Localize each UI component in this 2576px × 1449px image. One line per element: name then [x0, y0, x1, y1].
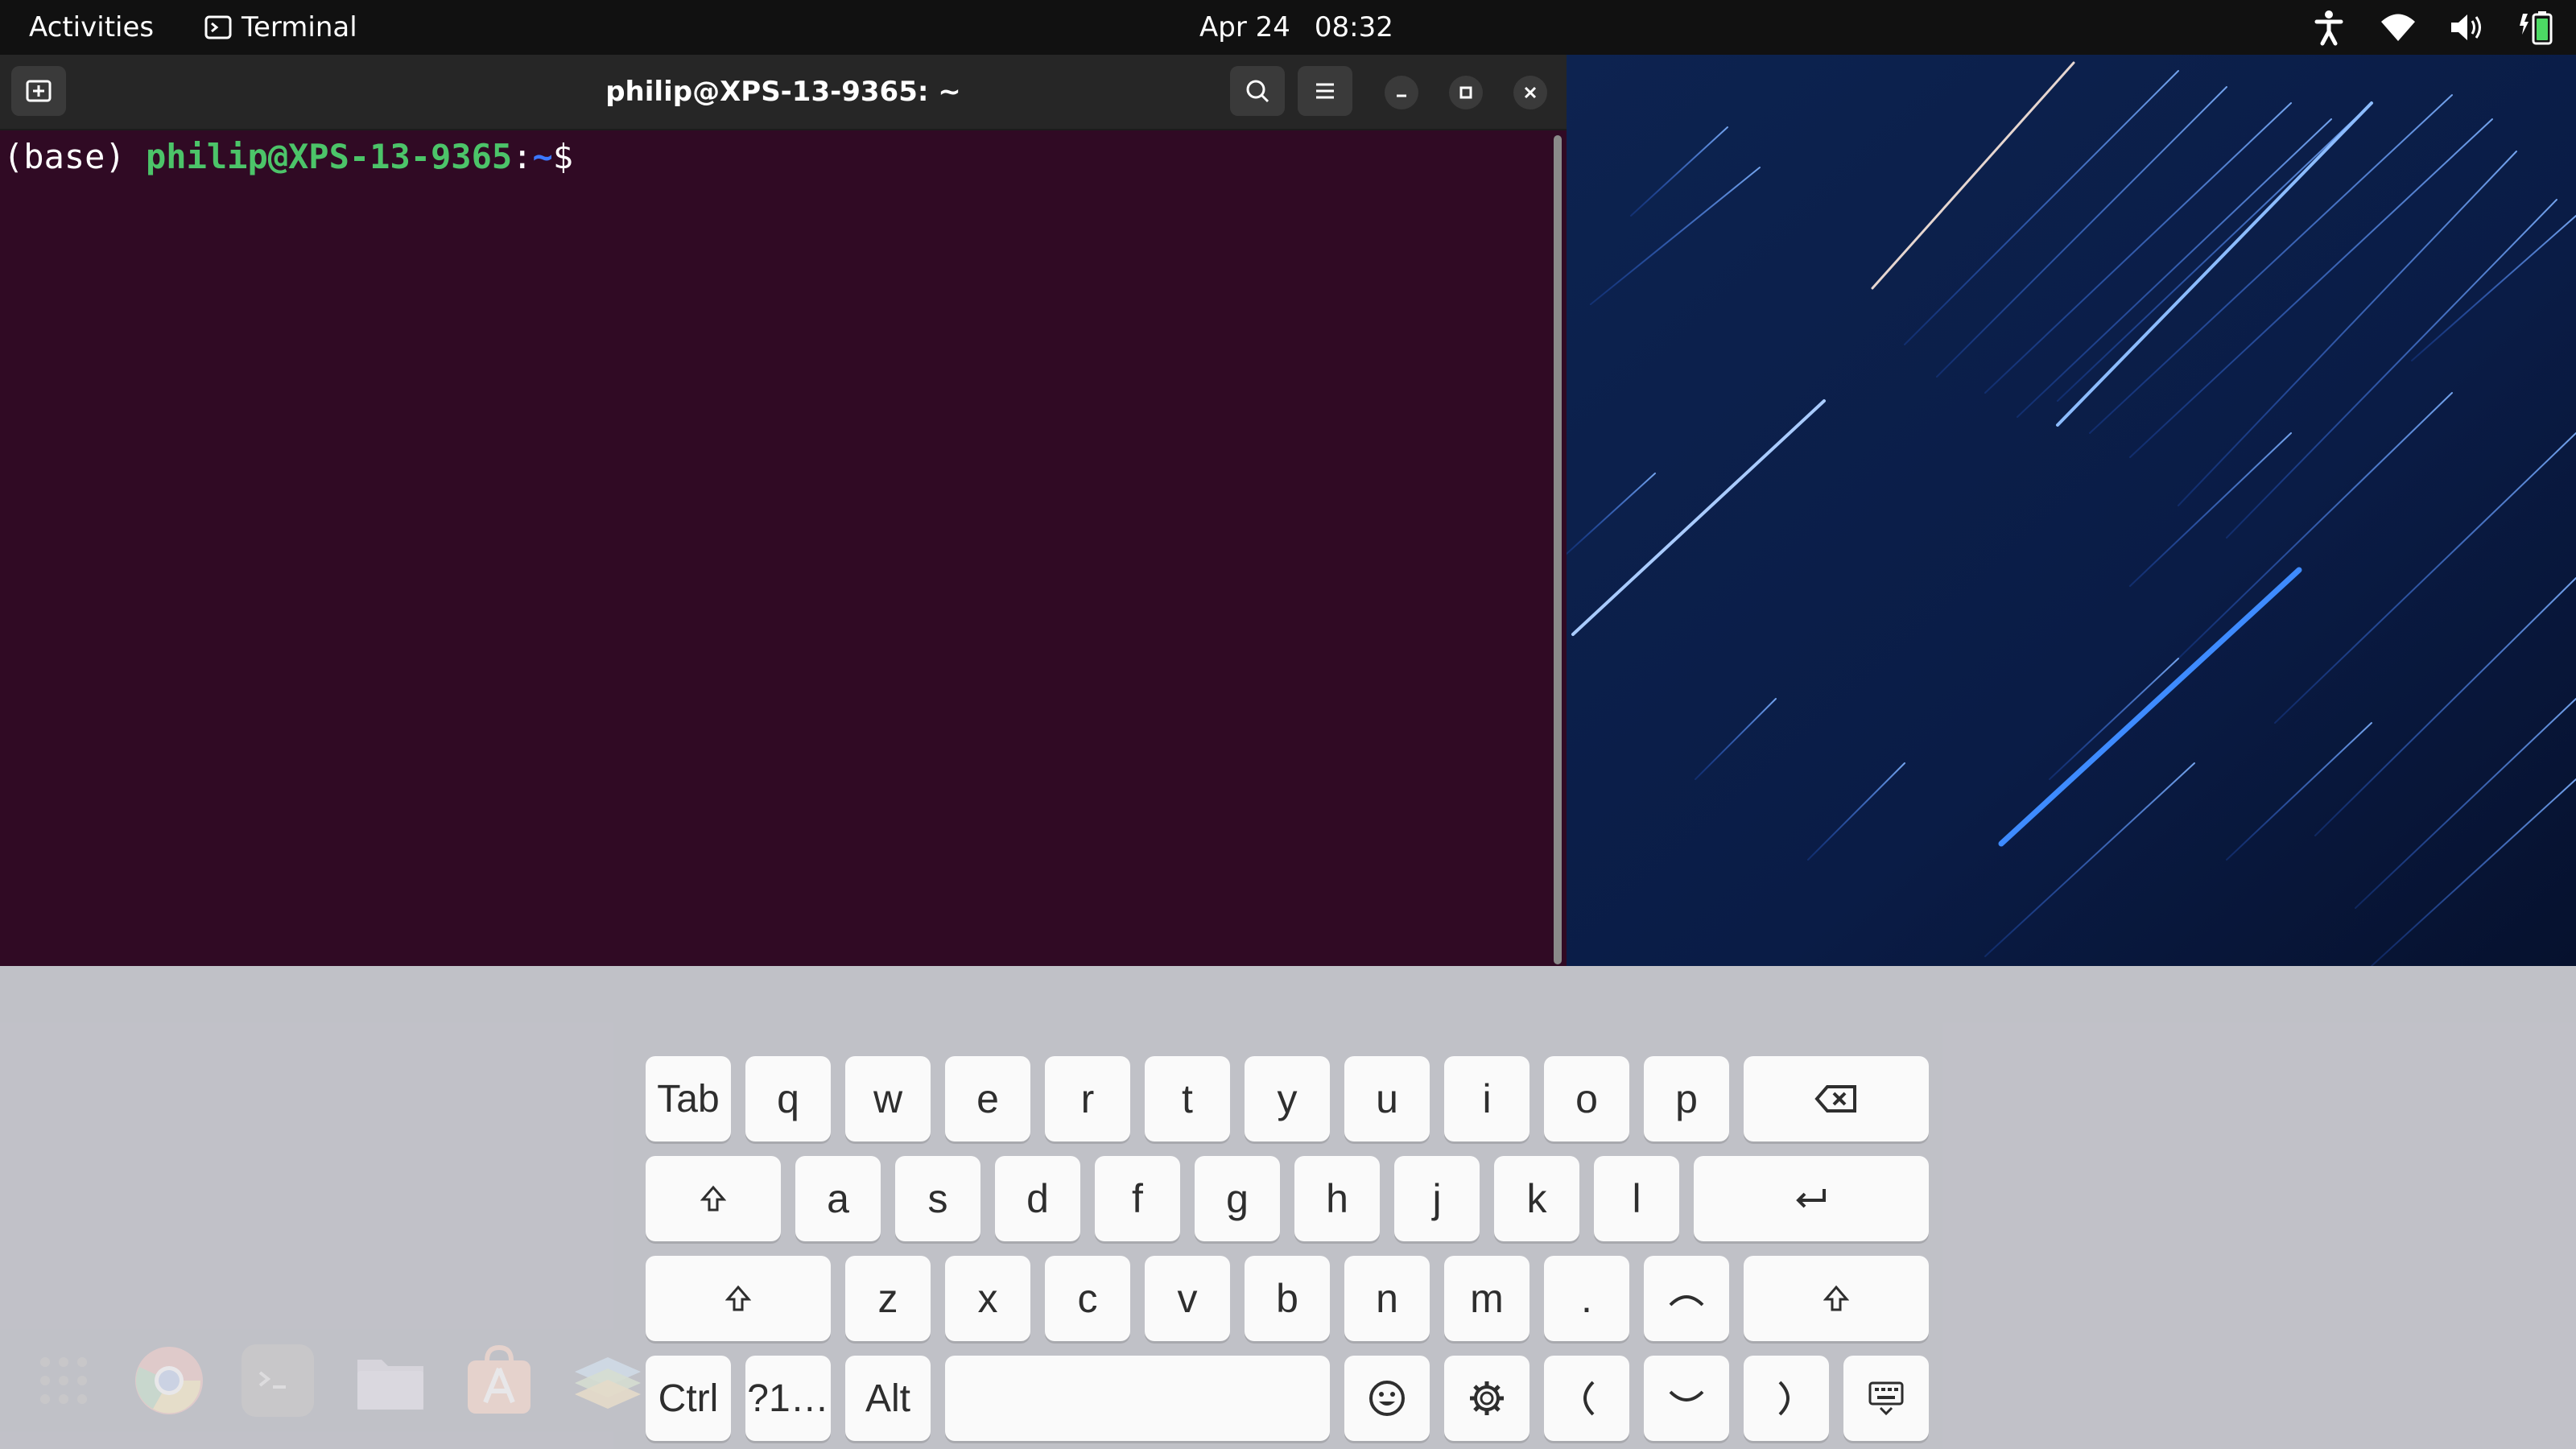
clock-time: 08:32	[1314, 11, 1393, 43]
key-y[interactable]: y	[1245, 1056, 1330, 1141]
terminal-output[interactable]: (base) philip@XPS-13-9365:~$	[0, 130, 1547, 966]
minimize-button[interactable]	[1385, 76, 1418, 109]
key-d[interactable]: d	[995, 1156, 1080, 1241]
arrow-up-icon	[1667, 1289, 1706, 1308]
menu-icon	[1313, 80, 1337, 102]
key-arrow-up[interactable]	[1644, 1256, 1729, 1341]
key-t[interactable]: t	[1145, 1056, 1230, 1141]
battery-icon[interactable]	[2518, 9, 2555, 46]
menu-button[interactable]	[1298, 66, 1352, 116]
key-l[interactable]: l	[1594, 1156, 1679, 1241]
arrow-left-icon	[1577, 1379, 1596, 1418]
key-arrow-left[interactable]	[1544, 1356, 1629, 1441]
new-tab-button[interactable]	[11, 66, 66, 116]
key-z[interactable]: z	[845, 1256, 931, 1341]
prompt-user: philip@XPS-13-9365	[146, 137, 513, 176]
key-k[interactable]: k	[1494, 1156, 1579, 1241]
key-e[interactable]: e	[945, 1056, 1030, 1141]
shift-icon	[700, 1185, 726, 1212]
key-alt[interactable]: Alt	[845, 1356, 931, 1441]
close-icon	[1522, 85, 1538, 101]
key-p[interactable]: p	[1644, 1056, 1729, 1141]
key-x[interactable]: x	[945, 1256, 1030, 1341]
app-menu-label: Terminal	[242, 11, 357, 43]
key-m[interactable]: m	[1444, 1256, 1530, 1341]
key-arrow-right[interactable]	[1744, 1356, 1829, 1441]
key-ctrl[interactable]: Ctrl	[646, 1356, 731, 1441]
volume-icon[interactable]	[2449, 9, 2486, 46]
settings-icon	[1468, 1379, 1506, 1418]
key-c[interactable]: c	[1045, 1256, 1130, 1341]
key-q[interactable]: q	[745, 1056, 831, 1141]
prompt-env: (base)	[3, 137, 147, 176]
enter-icon	[1794, 1187, 1829, 1211]
key-a[interactable]: a	[795, 1156, 881, 1241]
key-arrow-down[interactable]	[1644, 1356, 1729, 1441]
key-shift-left[interactable]	[646, 1256, 831, 1341]
prompt-path: ~	[532, 137, 553, 176]
maximize-button[interactable]	[1449, 76, 1483, 109]
key-f[interactable]: f	[1095, 1156, 1180, 1241]
activities-label: Activities	[29, 11, 155, 43]
key-symbols[interactable]: ?1…	[745, 1356, 831, 1441]
key-u[interactable]: u	[1344, 1056, 1430, 1141]
key-settings[interactable]	[1444, 1356, 1530, 1441]
key-b[interactable]: b	[1245, 1256, 1330, 1341]
clock-date: Apr 24	[1199, 11, 1290, 43]
key-emoji[interactable]	[1344, 1356, 1430, 1441]
key-s[interactable]: s	[895, 1156, 980, 1241]
search-button[interactable]	[1230, 66, 1285, 116]
key-h[interactable]: h	[1294, 1156, 1380, 1241]
close-button[interactable]	[1513, 76, 1547, 109]
key-j[interactable]: j	[1394, 1156, 1480, 1241]
accessibility-icon[interactable]	[2310, 9, 2347, 46]
key-i[interactable]: i	[1444, 1056, 1530, 1141]
key-n[interactable]: n	[1344, 1256, 1430, 1341]
minimize-icon	[1393, 85, 1410, 101]
maximize-icon	[1458, 85, 1474, 101]
key-tab[interactable]: Tab	[646, 1056, 731, 1141]
hide-keyboard-icon	[1868, 1381, 1905, 1416]
top-bar: Activities Terminal Apr 24 08:32	[0, 0, 2576, 55]
prompt-symbol: $	[552, 137, 574, 176]
shift-icon	[725, 1285, 751, 1312]
key-w[interactable]: w	[845, 1056, 931, 1141]
app-menu[interactable]: Terminal	[204, 0, 357, 55]
key-shift-right[interactable]	[1744, 1256, 1929, 1341]
arrow-right-icon	[1777, 1379, 1796, 1418]
emoji-icon	[1368, 1379, 1406, 1418]
new-tab-icon	[25, 79, 52, 103]
key-period[interactable]: .	[1544, 1256, 1629, 1341]
key-space[interactable]	[945, 1356, 1330, 1441]
terminal-window[interactable]: philip@XPS-13-9365: ~ (base) philip@XPS-…	[0, 55, 1567, 966]
search-icon	[1245, 78, 1270, 104]
key-backspace[interactable]	[1744, 1056, 1929, 1141]
key-shift-left-row2[interactable]	[646, 1156, 781, 1241]
on-screen-keyboard: Tab q w e r t y u i o p a s d f g h j k …	[0, 966, 2576, 1449]
clock[interactable]: Apr 24 08:32	[1199, 0, 1393, 55]
wifi-icon[interactable]	[2380, 9, 2417, 46]
key-r[interactable]: r	[1045, 1056, 1130, 1141]
terminal-scrollbar[interactable]	[1554, 135, 1562, 964]
system-tray[interactable]	[2310, 0, 2555, 55]
shift-icon	[1823, 1285, 1849, 1312]
backspace-icon	[1814, 1084, 1858, 1113]
key-o[interactable]: o	[1544, 1056, 1629, 1141]
terminal-icon	[204, 15, 232, 39]
arrow-down-icon	[1667, 1389, 1706, 1408]
key-enter[interactable]	[1694, 1156, 1929, 1241]
activities-button[interactable]: Activities	[29, 0, 154, 55]
key-v[interactable]: v	[1145, 1256, 1230, 1341]
terminal-header-bar[interactable]: philip@XPS-13-9365: ~	[0, 55, 1567, 130]
key-g[interactable]: g	[1195, 1156, 1280, 1241]
desktop-wallpaper	[1567, 55, 2576, 966]
prompt-separator: :	[512, 137, 533, 176]
key-hide-keyboard[interactable]	[1843, 1356, 1929, 1441]
